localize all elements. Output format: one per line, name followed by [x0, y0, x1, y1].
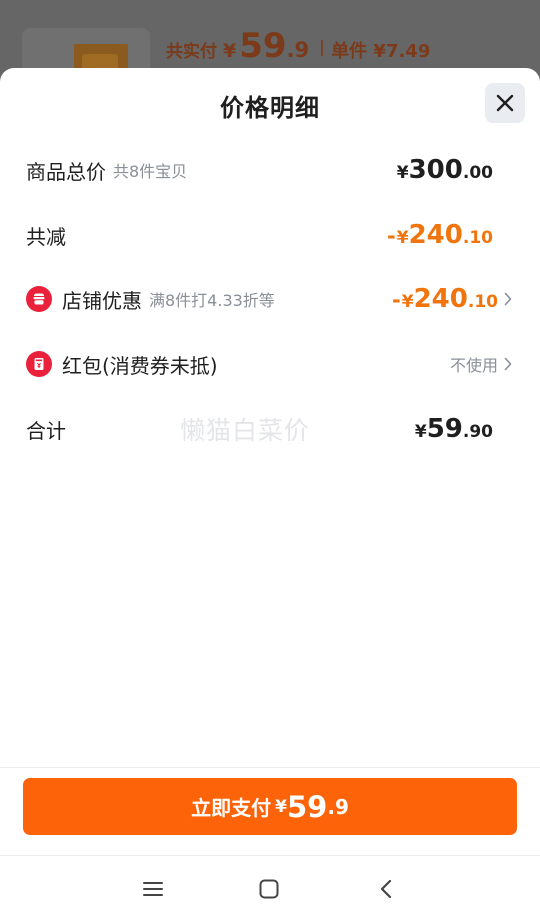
background-divider	[321, 40, 324, 56]
amount-int: 59	[426, 414, 463, 444]
background-price-int: 59	[239, 26, 287, 66]
row-total-reduction: 共减 - ¥ 240 .10	[26, 215, 514, 255]
system-navigation-bar	[0, 855, 540, 921]
shop-discount-amount: - ¥ 240 .10	[392, 284, 498, 314]
yen-sign: ¥	[396, 163, 409, 183]
close-button[interactable]	[485, 83, 525, 123]
red-packet-icon	[26, 351, 52, 377]
background-paid-label: 共实付	[166, 42, 217, 62]
home-icon	[259, 879, 279, 899]
pay-now-label: 立即支付	[191, 796, 272, 820]
goods-total-amount: ¥ 300 .00	[397, 155, 493, 185]
amount-int: 300	[408, 155, 463, 185]
amount-dec: .90	[462, 422, 493, 442]
watermark: 懒猫白菜价	[180, 416, 311, 445]
red-packet-value: 不使用	[449, 356, 498, 375]
amount-int: 240	[413, 284, 468, 314]
background-price-dec: .9	[286, 38, 310, 62]
shop-discount-rule: 满8件打4.33折等	[149, 291, 275, 310]
amount-dec: .10	[462, 228, 493, 248]
goods-total-label: 商品总价	[26, 159, 106, 184]
back-icon	[380, 879, 392, 899]
background-price-summary: 共实付 ¥ 59 .9 单件 ¥7.49	[166, 26, 430, 70]
background-unit-price: 单件 ¥7.49	[331, 41, 431, 62]
yen-sign: ¥	[401, 292, 414, 312]
goods-count: 共8件宝贝	[113, 162, 188, 181]
close-icon	[496, 94, 514, 112]
minus-sign: -	[392, 288, 401, 312]
chevron-right-icon	[504, 357, 512, 371]
pay-amount-int: 59	[286, 789, 328, 824]
red-packet-label: 红包(消费券未抵)	[62, 353, 218, 378]
sum-amount: ¥ 59 .90	[415, 414, 493, 444]
yen-sign: ¥	[275, 796, 287, 817]
reduction-label: 共减	[26, 224, 66, 249]
menu-icon	[143, 882, 163, 896]
amount-dec: .00	[462, 163, 493, 183]
yen-sign: ¥	[414, 422, 427, 442]
sum-label: 合计	[26, 418, 66, 443]
amount-dec: .10	[467, 292, 498, 312]
minus-sign: -	[387, 224, 396, 248]
chevron-right-icon	[504, 292, 512, 306]
reduction-amount: - ¥ 240 .10	[387, 220, 493, 250]
payment-footer: 立即支付 ¥ 59 .9	[0, 767, 540, 855]
shop-icon	[26, 286, 52, 312]
sheet-title: 价格明细	[220, 94, 320, 122]
row-shop-discount[interactable]: 店铺优惠 满8件打4.33折等 - ¥ 240 .10	[26, 279, 514, 319]
pay-amount-dec: .9	[327, 794, 349, 819]
nav-menu-button[interactable]	[138, 874, 168, 904]
row-red-packet[interactable]: 红包(消费券未抵) 不使用	[26, 344, 514, 384]
row-goods-total: 商品总价 共8件宝贝 ¥ 300 .00	[26, 150, 514, 190]
price-detail-sheet: 价格明细 商品总价 共8件宝贝 ¥ 300 .00 共减 - ¥ 240 .10	[0, 68, 540, 921]
pay-now-button[interactable]: 立即支付 ¥ 59 .9	[23, 778, 517, 835]
amount-int: 240	[408, 220, 463, 250]
nav-home-button[interactable]	[254, 874, 284, 904]
yen-sign: ¥	[396, 228, 409, 248]
background-yen: ¥	[223, 40, 237, 62]
shop-discount-label: 店铺优惠	[62, 288, 142, 313]
nav-back-button[interactable]	[371, 874, 401, 904]
